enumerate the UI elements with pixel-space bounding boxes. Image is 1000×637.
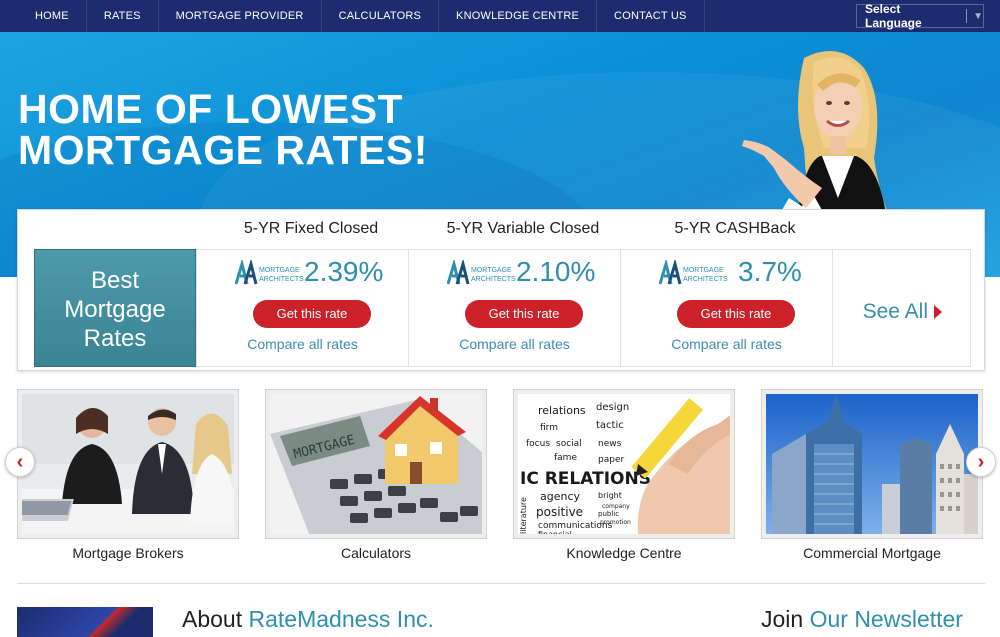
- svg-text:news: news: [598, 439, 622, 449]
- svg-text:tactic: tactic: [596, 420, 624, 431]
- rate-card-variable: MORTGAGE ARCHITECTS 2.10% Get this rate …: [409, 250, 621, 366]
- svg-text:agency: agency: [540, 490, 581, 503]
- svg-text:ARCHITECTS: ARCHITECTS: [471, 276, 516, 283]
- svg-text:positive: positive: [536, 505, 583, 519]
- compare-rates-link-variable[interactable]: Compare all rates: [409, 336, 620, 352]
- svg-text:bright: bright: [598, 491, 622, 500]
- language-select-separator: [966, 9, 968, 23]
- rate-card-cashback: MORTGAGE ARCHITECTS 3.7% Get this rate C…: [621, 250, 833, 366]
- word-cloud-image: relations design firm tactic focus socia…: [518, 394, 730, 534]
- mortgage-architects-logo: MORTGAGE ARCHITECTS: [447, 260, 516, 285]
- svg-text:MORTGAGE: MORTGAGE: [683, 267, 724, 274]
- get-rate-button-variable[interactable]: Get this rate: [465, 300, 583, 328]
- best-line3: Rates: [83, 325, 147, 352]
- nav-mortgage-provider[interactable]: MORTGAGE PROVIDER: [159, 0, 322, 32]
- triangle-right-icon: [934, 305, 942, 319]
- carousel-prev-button[interactable]: ‹: [5, 447, 35, 477]
- tile-label-knowledge-centre[interactable]: Knowledge Centre: [513, 545, 735, 561]
- feature-carousel: Mortgage Brokers MORTGAGE Calculators re…: [17, 389, 985, 569]
- tile-label-mortgage-brokers[interactable]: Mortgage Brokers: [17, 545, 239, 561]
- best-mortgage-rates-label: Best Mortgage Rates: [34, 249, 196, 367]
- business-meeting-image: [22, 394, 234, 534]
- svg-text:ARCHITECTS: ARCHITECTS: [683, 276, 728, 283]
- newsletter-prefix: Join: [761, 606, 810, 632]
- about-heading: About RateMadness Inc.: [182, 606, 434, 633]
- svg-text:social: social: [556, 439, 582, 449]
- svg-text:IC RELATIONS: IC RELATIONS: [520, 469, 651, 489]
- tile-label-commercial-mortgage[interactable]: Commercial Mortgage: [761, 545, 983, 561]
- rate-value-cashback: 3.7%: [738, 256, 802, 287]
- newsletter-link[interactable]: Our Newsletter: [810, 606, 963, 632]
- svg-text:MORTGAGE: MORTGAGE: [259, 267, 300, 274]
- section-divider: [17, 583, 985, 584]
- svg-text:paper: paper: [598, 455, 624, 465]
- about-thumbnail-image: [17, 607, 153, 637]
- rate-card-fixed: MORTGAGE ARCHITECTS 2.39% Get this rate …: [197, 250, 409, 366]
- nav-rates[interactable]: RATES: [87, 0, 159, 32]
- tile-commercial-mortgage[interactable]: [761, 389, 983, 539]
- nav-calculators[interactable]: CALCULATORS: [322, 0, 440, 32]
- nav-contact-us[interactable]: CONTACT US: [597, 0, 705, 32]
- compare-rates-link-cashback[interactable]: Compare all rates: [621, 336, 832, 352]
- svg-text:firm: firm: [540, 423, 558, 433]
- carousel-next-button[interactable]: ›: [966, 447, 996, 477]
- get-rate-button-fixed[interactable]: Get this rate: [253, 300, 371, 328]
- mortgage-architects-logo: MORTGAGE ARCHITECTS: [235, 260, 304, 285]
- chevron-left-icon: ‹: [16, 451, 24, 473]
- rate-heading-variable: 5-YR Variable Closed: [446, 220, 600, 237]
- newsletter-heading: Join Our Newsletter: [761, 606, 963, 633]
- svg-text:promotion: promotion: [600, 519, 631, 526]
- chevron-down-icon: ▼: [973, 10, 983, 22]
- about-company-link[interactable]: RateMadness Inc.: [249, 606, 434, 632]
- hero-headline-line2: MORTGAGE RATES!: [18, 127, 428, 173]
- svg-text:design: design: [596, 402, 629, 413]
- svg-text:literature: literature: [519, 497, 528, 534]
- rate-cards: MORTGAGE ARCHITECTS 2.39% Get this rate …: [196, 249, 971, 367]
- tile-mortgage-brokers[interactable]: [17, 389, 239, 539]
- see-all-link[interactable]: See All: [863, 300, 942, 324]
- chevron-right-icon: ›: [977, 451, 985, 473]
- rate-value-fixed: 2.39%: [304, 256, 384, 287]
- nav-home[interactable]: HOME: [0, 0, 87, 32]
- see-all-label: See All: [862, 300, 928, 323]
- tile-knowledge-centre[interactable]: relations design firm tactic focus socia…: [513, 389, 735, 539]
- rates-panel: 5-YR Fixed Closed 5-YR Variable Closed 5…: [17, 209, 985, 371]
- svg-text:company: company: [602, 503, 630, 510]
- svg-text:ARCHITECTS: ARCHITECTS: [259, 276, 304, 283]
- mortgage-architects-logo: MORTGAGE ARCHITECTS: [659, 260, 728, 285]
- svg-text:focus: focus: [526, 439, 550, 449]
- compare-rates-link-fixed[interactable]: Compare all rates: [197, 336, 408, 352]
- calculator-house-image: MORTGAGE: [270, 394, 482, 534]
- svg-text:public: public: [598, 510, 619, 518]
- language-select-label: Select Language: [865, 2, 922, 30]
- nav-knowledge-centre[interactable]: KNOWLEDGE CENTRE: [439, 0, 598, 32]
- top-nav: HOME RATES MORTGAGE PROVIDER CALCULATORS…: [0, 0, 1000, 32]
- hero-headline-line1: HOME OF LOWEST: [18, 86, 404, 132]
- best-line2: Mortgage: [64, 296, 166, 323]
- svg-text:relations: relations: [538, 404, 586, 417]
- skyscrapers-image: [766, 394, 978, 534]
- svg-text:financial: financial: [538, 530, 572, 534]
- about-prefix: About: [182, 606, 249, 632]
- get-rate-button-cashback[interactable]: Get this rate: [677, 300, 795, 328]
- rate-heading-cashback: 5-YR CASHBack: [674, 220, 796, 237]
- svg-text:fame: fame: [554, 453, 577, 463]
- language-select[interactable]: Select Language ▼: [856, 2, 984, 30]
- rate-headings: 5-YR Fixed Closed 5-YR Variable Closed 5…: [18, 220, 984, 240]
- best-line1: Best: [90, 267, 140, 294]
- svg-text:MORTGAGE: MORTGAGE: [471, 267, 512, 274]
- hero-headline: HOME OF LOWEST MORTGAGE RATES!: [18, 89, 428, 171]
- tile-label-calculators[interactable]: Calculators: [265, 545, 487, 561]
- rate-value-variable: 2.10%: [516, 256, 596, 287]
- tile-calculators[interactable]: MORTGAGE: [265, 389, 487, 539]
- rate-heading-fixed: 5-YR Fixed Closed: [243, 220, 379, 237]
